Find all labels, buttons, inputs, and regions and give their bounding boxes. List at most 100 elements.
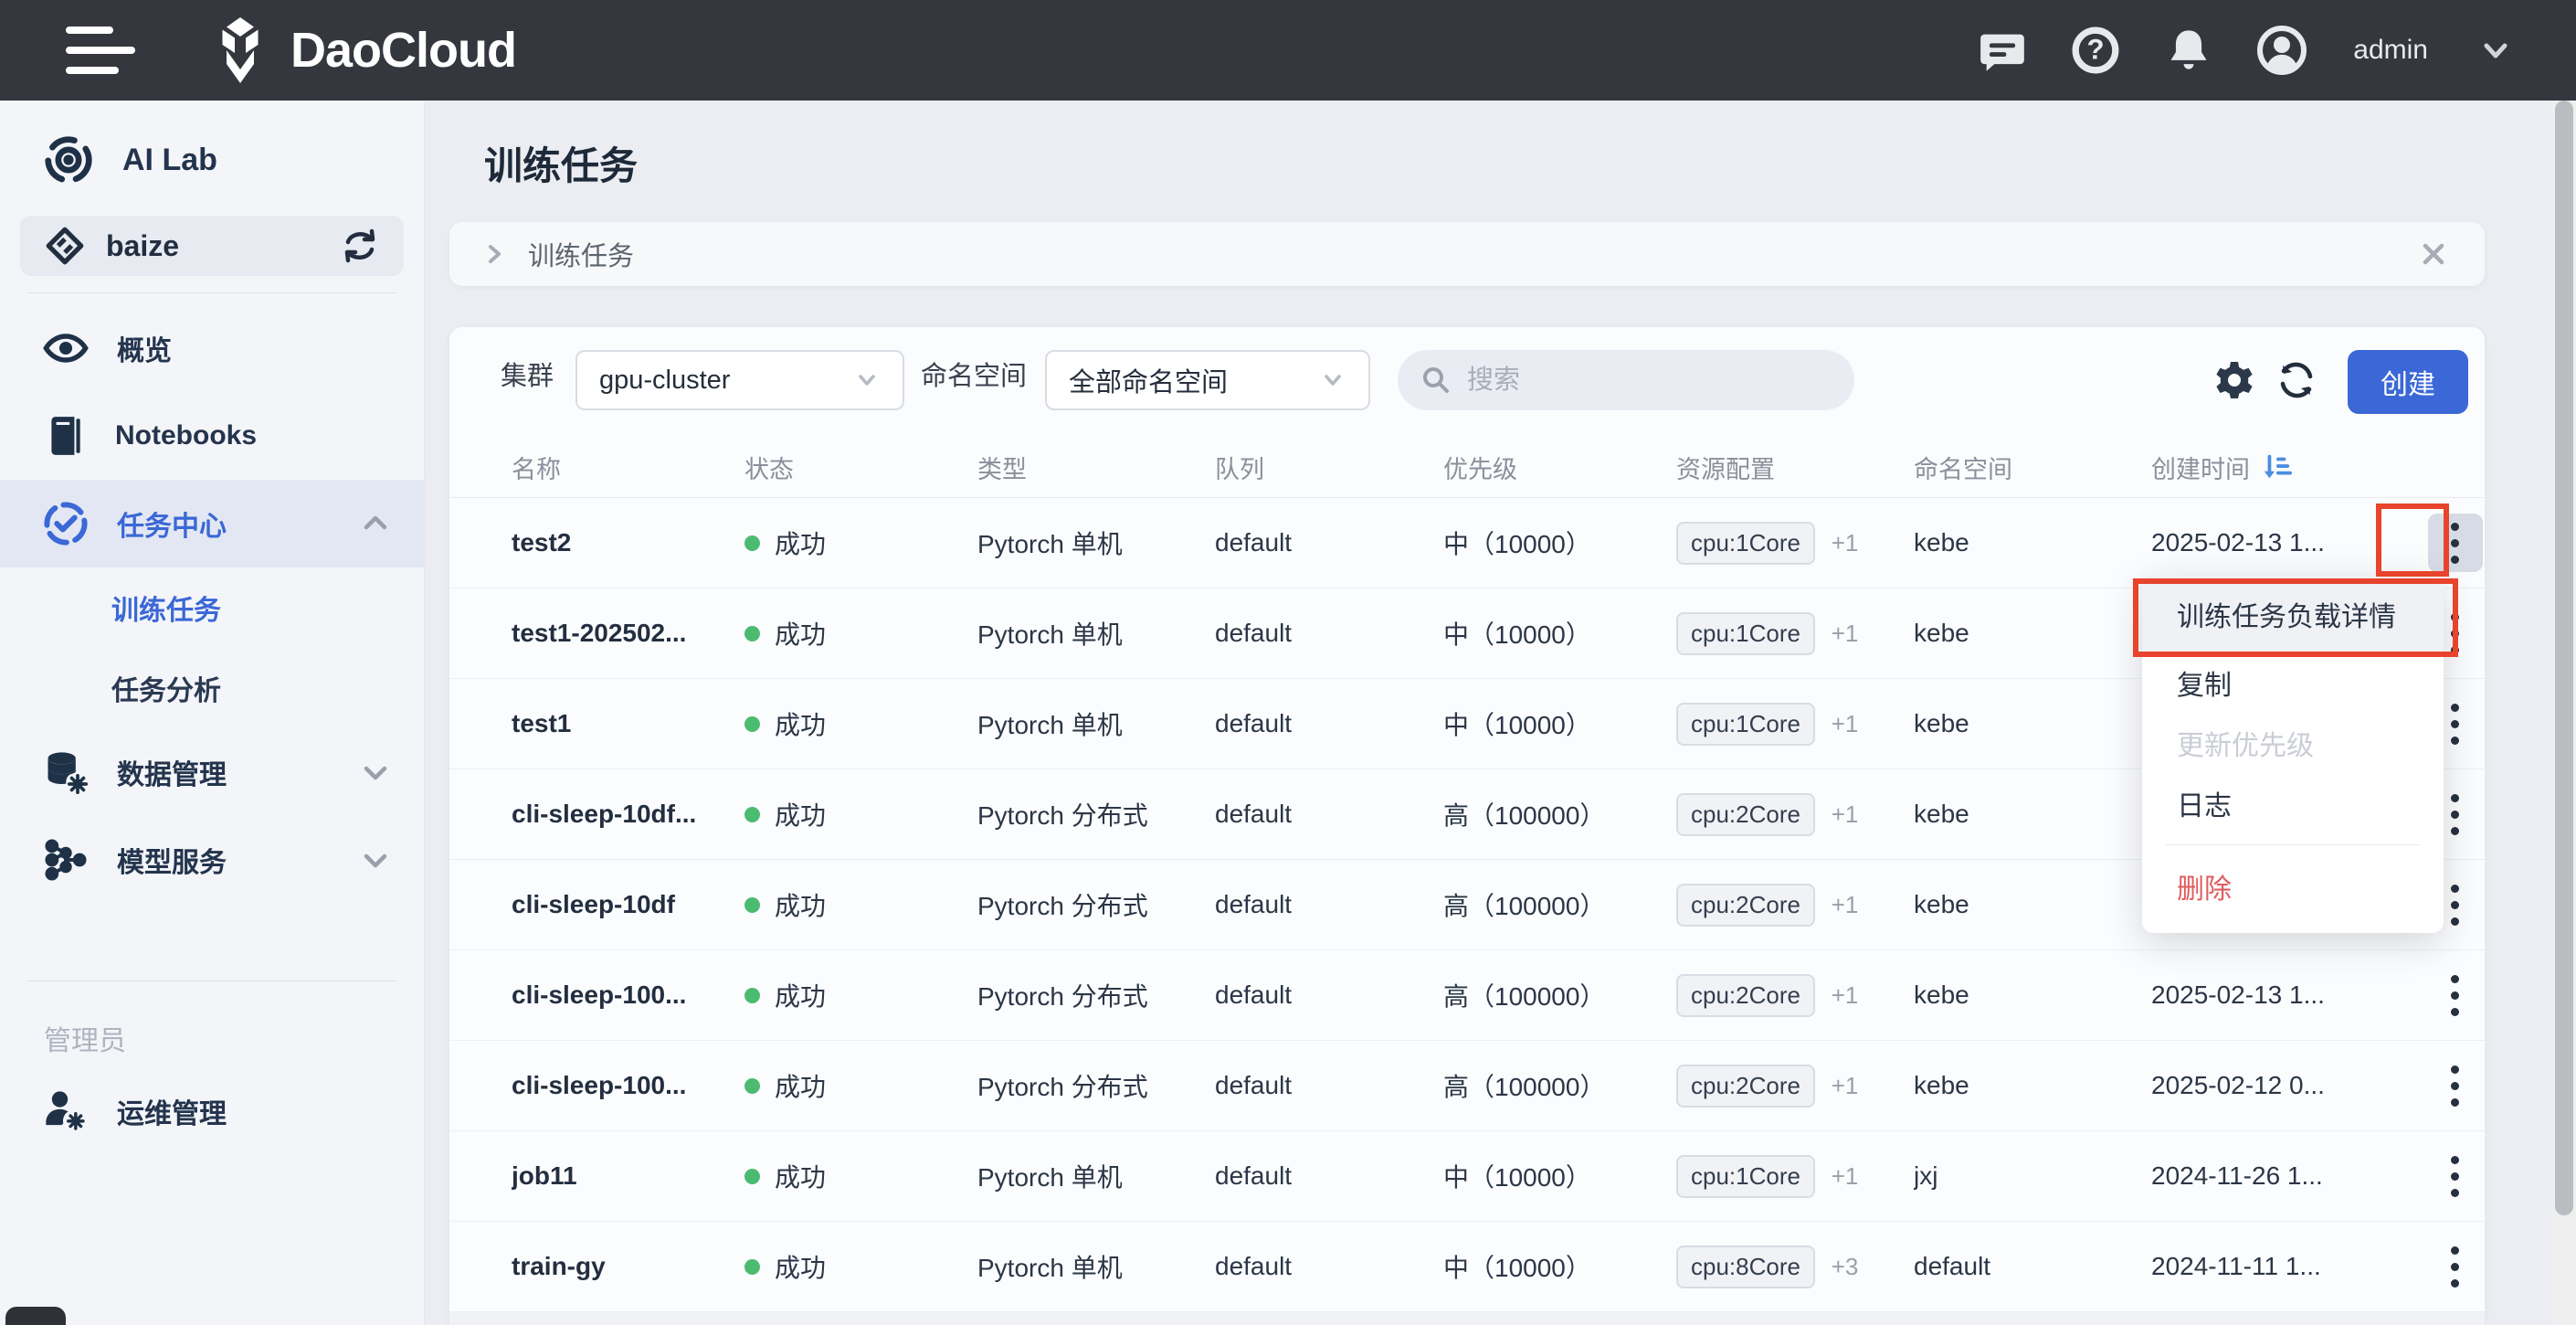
status-label: 成功 bbox=[775, 525, 826, 561]
sidebar-subitem-task-analysis[interactable]: 任务分析 bbox=[0, 648, 424, 728]
job-resources: cpu:2Core +1 bbox=[1676, 1065, 1914, 1108]
namespace-select[interactable]: 全部命名空间 bbox=[1045, 350, 1370, 410]
table-settings-gear-icon[interactable] bbox=[2205, 351, 2264, 409]
row-actions-button[interactable] bbox=[2428, 1147, 2483, 1205]
menu-item[interactable]: 删除 bbox=[2142, 856, 2444, 917]
column-header: 优先级 bbox=[1443, 450, 1676, 485]
table-row: cli-sleep-100... 成功 Pytorch 分布式 default … bbox=[449, 1041, 2485, 1131]
status-dot bbox=[744, 807, 760, 822]
job-name[interactable]: cli-sleep-100... bbox=[512, 1071, 744, 1100]
resource-tag: cpu:1Core bbox=[1676, 612, 1815, 655]
sidebar-item-data-management[interactable]: 数据管理 bbox=[0, 728, 424, 816]
row-actions-menu: 训练任务负载详情复制更新优先级日志删除 bbox=[2142, 576, 2444, 933]
job-name[interactable]: cli-sleep-10df... bbox=[512, 800, 744, 829]
scrollbar[interactable] bbox=[2555, 101, 2573, 1215]
column-header[interactable]: 创建时间 bbox=[2151, 450, 2425, 485]
job-priority: 中（10000） bbox=[1443, 705, 1676, 742]
resource-tag: cpu:1Core bbox=[1676, 522, 1815, 565]
job-created-time: 2025-02-12 0... bbox=[2151, 1071, 2425, 1100]
sort-desc-icon[interactable] bbox=[2261, 451, 2292, 482]
messages-icon[interactable] bbox=[1977, 25, 2028, 76]
status-dot bbox=[744, 1078, 760, 1094]
close-icon[interactable] bbox=[2413, 234, 2454, 274]
sidebar-item-label: 任务中心 bbox=[117, 504, 227, 544]
sidebar-item-ops-management[interactable]: 运维管理 bbox=[0, 1067, 424, 1155]
status-label: 成功 bbox=[775, 705, 826, 742]
resource-extra: +1 bbox=[1832, 800, 1859, 828]
sidebar-item-overview[interactable]: 概览 bbox=[0, 304, 424, 392]
job-created-time: 2025-02-13 1... bbox=[2151, 528, 2425, 557]
job-status: 成功 bbox=[744, 1158, 977, 1194]
job-actions bbox=[2425, 514, 2485, 572]
workspace-selector[interactable]: baize bbox=[20, 216, 404, 276]
menu-item[interactable]: 训练任务负载详情 bbox=[2142, 576, 2444, 652]
status-label: 成功 bbox=[775, 615, 826, 652]
sidebar-item-notebooks[interactable]: Notebooks bbox=[0, 392, 424, 480]
resource-tag: cpu:1Core bbox=[1676, 1155, 1815, 1198]
help-icon[interactable]: ? bbox=[2070, 25, 2121, 76]
resource-extra: +1 bbox=[1832, 529, 1859, 556]
status-label: 成功 bbox=[775, 796, 826, 832]
job-name[interactable]: cli-sleep-100... bbox=[512, 980, 744, 1010]
menu-item[interactable]: 日志 bbox=[2142, 773, 2444, 833]
menu-toggle-button[interactable] bbox=[0, 0, 100, 101]
user-menu-chevron-down-icon[interactable] bbox=[2470, 25, 2521, 76]
cluster-label: 集群 bbox=[501, 355, 554, 393]
job-name[interactable]: cli-sleep-10df bbox=[512, 890, 744, 919]
daocloud-logo-icon bbox=[210, 17, 270, 83]
username-label: admin bbox=[2353, 35, 2428, 66]
page-title: 训练任务 bbox=[484, 135, 638, 191]
status-dot bbox=[744, 897, 760, 913]
job-priority: 中（10000） bbox=[1443, 1248, 1676, 1285]
job-name[interactable]: job11 bbox=[512, 1161, 744, 1191]
menu-item: 更新优先级 bbox=[2142, 713, 2444, 773]
create-button[interactable]: 创建 bbox=[2348, 350, 2468, 414]
user-gear-icon bbox=[42, 1087, 90, 1135]
sidebar-subitem-training-jobs[interactable]: 训练任务 bbox=[0, 567, 424, 648]
job-queue: default bbox=[1215, 709, 1443, 738]
sidebar-item-task-center[interactable]: 任务中心 bbox=[0, 480, 424, 567]
resource-extra: +1 bbox=[1832, 891, 1859, 918]
sidebar: AI Lab baize 概览 Notebooks 任务中心 训练任务 任务分析 bbox=[0, 101, 425, 1325]
notifications-icon[interactable] bbox=[2163, 25, 2214, 76]
job-namespace: default bbox=[1914, 1252, 2151, 1281]
sidebar-item-model-services[interactable]: 模型服务 bbox=[0, 816, 424, 904]
menu-item[interactable]: 复制 bbox=[2142, 652, 2444, 713]
job-name[interactable]: test1 bbox=[512, 709, 744, 738]
resource-extra: +1 bbox=[1832, 620, 1859, 647]
namespace-select-value: 全部命名空间 bbox=[1069, 361, 1228, 399]
namespace-label: 命名空间 bbox=[921, 355, 1027, 393]
search-input[interactable] bbox=[1467, 366, 1814, 396]
job-actions bbox=[2425, 966, 2485, 1024]
row-actions-button[interactable] bbox=[2428, 1056, 2483, 1115]
job-namespace: kebe bbox=[1914, 890, 2151, 919]
job-queue: default bbox=[1215, 1252, 1443, 1281]
job-type: Pytorch 单机 bbox=[977, 1248, 1215, 1285]
sidebar-product[interactable]: AI Lab bbox=[0, 101, 424, 210]
user-avatar[interactable] bbox=[2256, 25, 2307, 76]
refresh-icon[interactable] bbox=[2267, 351, 2326, 409]
job-status: 成功 bbox=[744, 705, 977, 742]
job-priority: 中（10000） bbox=[1443, 1158, 1676, 1194]
job-queue: default bbox=[1215, 528, 1443, 557]
job-namespace: kebe bbox=[1914, 1071, 2151, 1100]
resource-tag: cpu:8Core bbox=[1676, 1246, 1815, 1288]
status-dot bbox=[744, 988, 760, 1003]
status-label: 成功 bbox=[775, 1248, 826, 1285]
job-name[interactable]: test2 bbox=[512, 528, 744, 557]
status-dot bbox=[744, 626, 760, 641]
eye-icon bbox=[42, 324, 90, 372]
workspace-switch-icon[interactable] bbox=[340, 226, 380, 266]
job-priority: 中（10000） bbox=[1443, 615, 1676, 652]
job-resources: cpu:1Core +1 bbox=[1676, 1155, 1914, 1198]
job-name[interactable]: test1-202502... bbox=[512, 619, 744, 648]
row-actions-button[interactable] bbox=[2428, 1237, 2483, 1296]
row-actions-button[interactable] bbox=[2428, 966, 2483, 1024]
cluster-select[interactable]: gpu-cluster bbox=[575, 350, 904, 410]
row-actions-button[interactable] bbox=[2428, 514, 2483, 572]
book-icon bbox=[42, 413, 88, 459]
job-created-time: 2025-02-13 1... bbox=[2151, 980, 2425, 1010]
job-name[interactable]: train-gy bbox=[512, 1252, 744, 1281]
job-queue: default bbox=[1215, 890, 1443, 919]
table-row: job11 成功 Pytorch 单机 default 中（10000） cpu… bbox=[449, 1131, 2485, 1222]
